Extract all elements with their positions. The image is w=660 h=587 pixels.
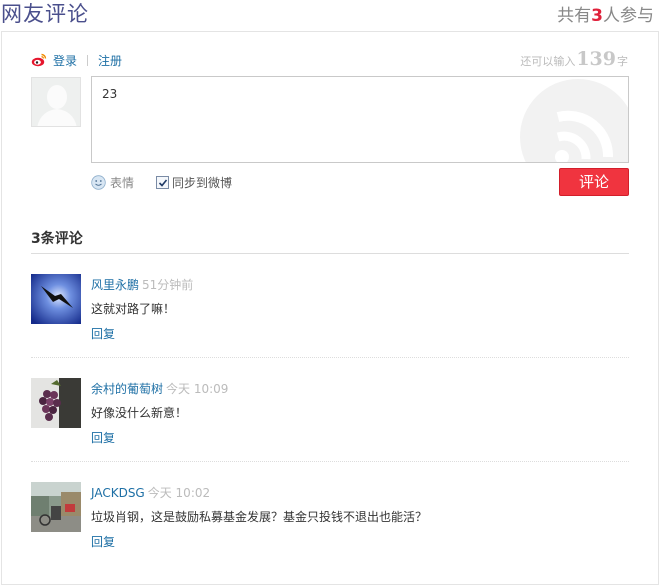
reply-button[interactable]: 回复 <box>91 429 115 446</box>
reply-button[interactable]: 回复 <box>91 533 115 550</box>
my-avatar <box>31 77 81 127</box>
comment-text: 这就对路了嘛！ <box>91 302 176 316</box>
count-suffix: 人参与 <box>603 6 654 26</box>
register-link[interactable]: 注册 <box>98 52 122 69</box>
page-title: 网友评论 <box>1 2 89 26</box>
comment-text: 垃圾肖钢，这是鼓励私募基金发展？基金只投钱不退出也能活？ <box>91 510 428 524</box>
remain-prefix: 还可以输入 <box>520 55 576 68</box>
remain-value: 139 <box>576 48 616 70</box>
comment-text: 好像没什么新意！ <box>91 406 188 420</box>
reply-button[interactable]: 回复 <box>91 325 115 342</box>
comment-meta: 风里永鹏 51分钟前 <box>91 276 193 293</box>
avatar-image <box>31 378 81 428</box>
comments-count-title: 3条评论 <box>31 231 83 247</box>
avatar[interactable] <box>31 378 81 428</box>
sync-weibo-checkbox[interactable] <box>156 175 170 189</box>
comment-item: JACKDSG 今天 10:02 垃圾肖钢，这是鼓励私募基金发展？基金只投钱不退出… <box>31 482 629 586</box>
remain-suffix: 字 <box>617 55 628 68</box>
char-remaining: 还可以输入 139 字 <box>520 48 628 70</box>
emoticon-button[interactable]: 表情 <box>110 174 134 191</box>
comment-meta: 余村的葡萄树 今天 10:09 <box>91 380 228 397</box>
submit-comment-button[interactable]: 评论 <box>559 168 629 196</box>
comment-meta: JACKDSG 今天 10:02 <box>91 484 210 501</box>
comment-time: 51分钟前 <box>142 278 194 292</box>
check-icon <box>158 178 168 187</box>
emoticon-icon[interactable] <box>91 174 106 190</box>
avatar[interactable] <box>31 274 81 324</box>
comment-username[interactable]: 风里永鹏 <box>91 278 139 292</box>
composer-tools: 表情 同步到微博 <box>91 173 232 191</box>
sync-weibo-label[interactable]: 同步到微博 <box>172 174 232 191</box>
divider <box>31 357 629 358</box>
divider <box>31 253 629 254</box>
comment-username[interactable]: 余村的葡萄树 <box>91 382 163 396</box>
avatar-image <box>31 274 81 324</box>
weibo-icon[interactable] <box>31 53 47 67</box>
watermark-logo-icon <box>520 79 628 162</box>
comments-header: 网友评论 共有3人参与 <box>0 0 660 30</box>
login-link[interactable]: 登录 <box>53 52 77 69</box>
participant-count: 共有3人参与 <box>557 1 654 26</box>
avatar[interactable] <box>31 482 81 532</box>
divider <box>31 461 629 462</box>
count-value: 3 <box>591 6 603 26</box>
comment-time: 今天 10:09 <box>166 382 229 396</box>
avatar-image <box>31 482 81 532</box>
comment-item: 风里永鹏 51分钟前 这就对路了嘛！ 回复 <box>31 274 629 378</box>
comment-input[interactable]: 23 <box>91 76 629 163</box>
comment-time: 今天 10:02 <box>147 486 211 500</box>
comment-item: 余村的葡萄树 今天 10:09 好像没什么新意！ 回复 <box>31 378 629 482</box>
default-avatar-icon <box>32 78 80 126</box>
count-prefix: 共有 <box>557 6 592 26</box>
divider <box>87 54 89 66</box>
comment-input-value: 23 <box>102 87 118 101</box>
login-bar: 登录 注册 <box>31 52 122 68</box>
comment-username[interactable]: JACKDSG <box>91 486 145 500</box>
